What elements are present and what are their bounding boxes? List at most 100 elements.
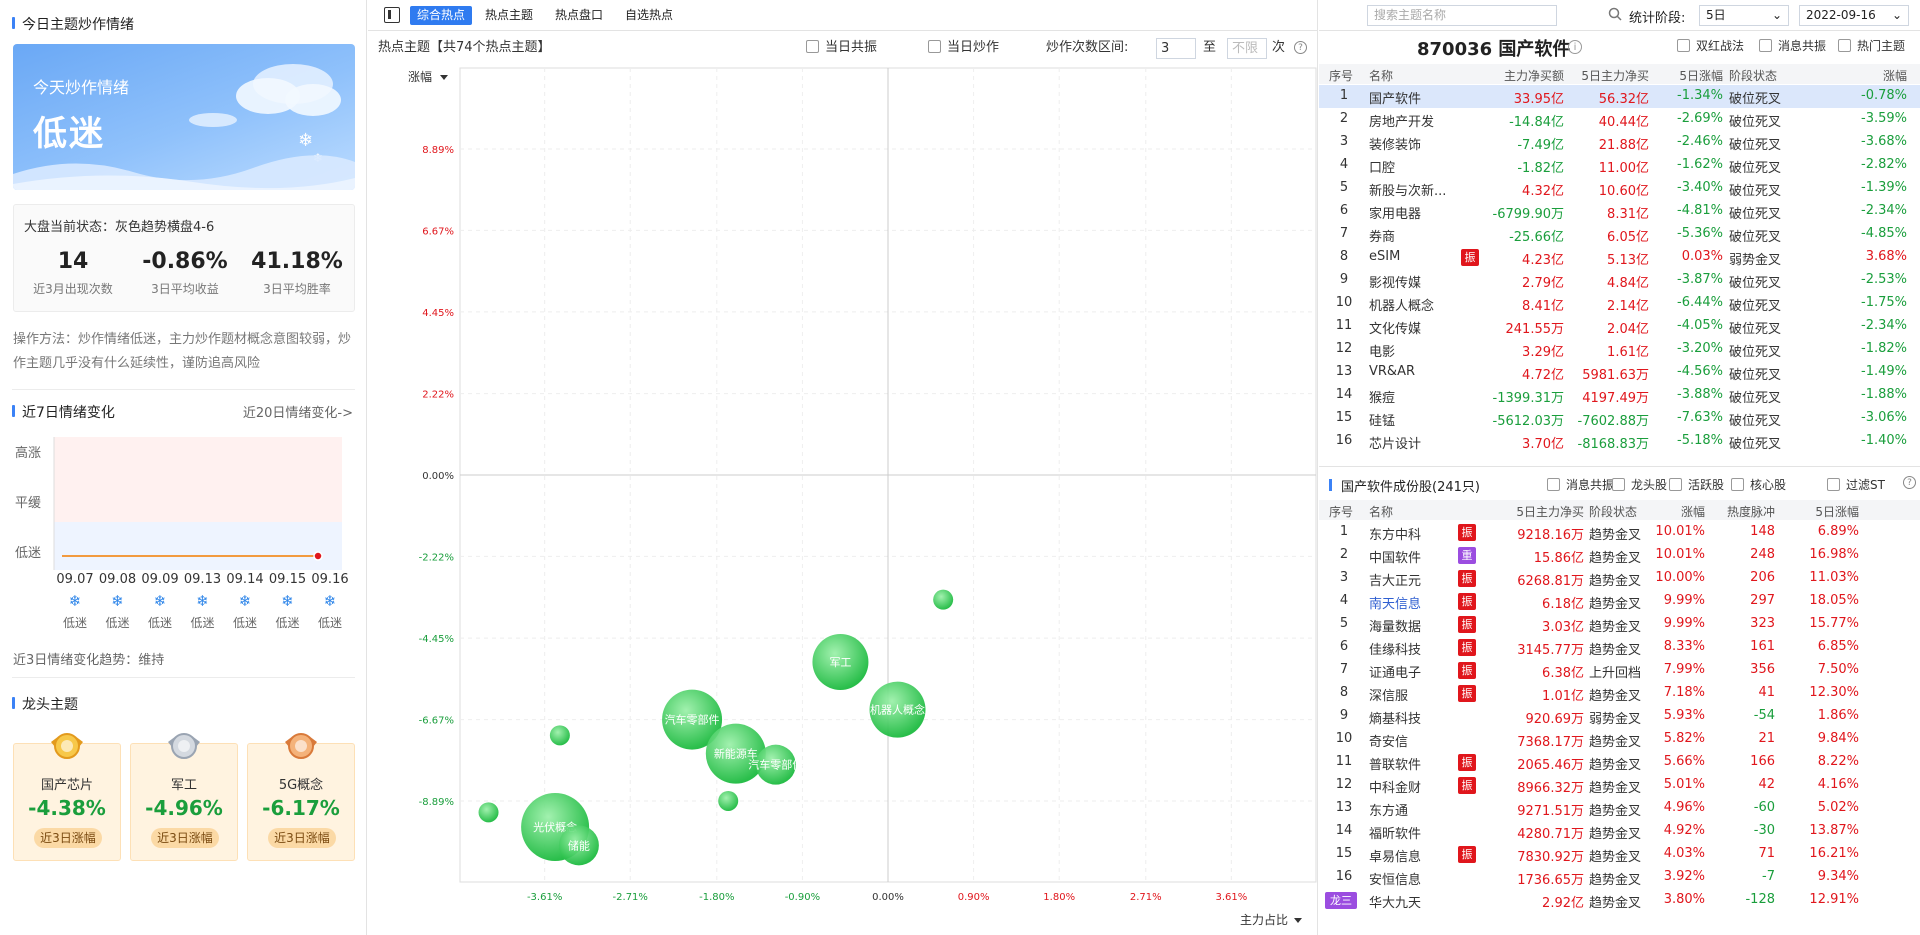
component-option[interactable]: 消息共振 bbox=[1547, 476, 1614, 493]
checkbox[interactable] bbox=[1731, 478, 1744, 491]
snowflake-icon: ❄ bbox=[111, 592, 124, 610]
stock-row[interactable]: 4 南天信息振 6.18亿 趋势金叉 9.99% 297 18.05% bbox=[1319, 590, 1920, 613]
theme-row[interactable]: 4 口腔 -1.82亿 11.00亿 -1.62% 破位死叉 -2.82% bbox=[1319, 154, 1920, 177]
column-header[interactable]: 5日主力净买 bbox=[1569, 67, 1649, 84]
bubble-label: 军工 bbox=[829, 656, 851, 669]
component-option[interactable]: 活跃股 bbox=[1669, 476, 1724, 493]
column-header[interactable]: 阶段状态 bbox=[1729, 67, 1809, 84]
theme-row[interactable]: 7 券商 -25.66亿 6.05亿 -5.36% 破位死叉 -4.85% bbox=[1319, 223, 1920, 246]
stock-row[interactable]: 14 福昕软件 4280.71万 趋势金叉 4.92% -30 13.87% bbox=[1319, 820, 1920, 843]
theme-row[interactable]: 16 芯片设计 3.70亿 -8168.83万 -5.18% 破位死叉 -1.40% bbox=[1319, 430, 1920, 453]
column-header[interactable]: 涨幅 bbox=[1649, 503, 1705, 520]
stock-row[interactable]: 9 熵基科技 920.69万 弱势金叉 5.93% -54 1.86% bbox=[1319, 705, 1920, 728]
component-option[interactable]: 龙头股 bbox=[1612, 476, 1667, 493]
theme-row[interactable]: 9 影视传媒 2.79亿 4.84亿 -3.87% 破位死叉 -2.53% bbox=[1319, 269, 1920, 292]
theme-row[interactable]: 10 机器人概念 8.41亿 2.14亿 -6.44% 破位死叉 -1.75% bbox=[1319, 292, 1920, 315]
range-from-input[interactable]: 3 bbox=[1156, 38, 1196, 59]
dragon-card[interactable]: 军工 -4.96% 近3日涨幅 bbox=[130, 733, 238, 861]
search-icon[interactable] bbox=[1608, 7, 1622, 21]
range-to-input[interactable]: 不限 bbox=[1227, 38, 1267, 59]
theme-bubble[interactable] bbox=[549, 725, 570, 746]
stock-row[interactable]: 龙三 华大九天 2.92亿 趋势金叉 3.80% -128 12.91% bbox=[1319, 889, 1920, 912]
column-header[interactable]: 涨幅 bbox=[1817, 67, 1907, 84]
checkbox[interactable] bbox=[806, 40, 819, 53]
help-icon[interactable]: ? bbox=[1294, 41, 1307, 54]
theme-row[interactable]: 11 文化传媒 241.55万 2.04亿 -4.05% 破位死叉 -2.34% bbox=[1319, 315, 1920, 338]
theme-search-input[interactable]: 搜索主题名称 bbox=[1367, 5, 1557, 26]
date-select[interactable]: 2022-09-16 ⌄ bbox=[1799, 5, 1909, 26]
stock-row[interactable]: 1 东方中科振 9218.16万 趋势金叉 10.01% 148 6.89% bbox=[1319, 521, 1920, 544]
column-header[interactable]: 序号 bbox=[1329, 503, 1359, 520]
component-option[interactable]: 过滤ST bbox=[1827, 476, 1885, 493]
column-header[interactable]: 5日主力净买 bbox=[1484, 503, 1584, 520]
component-option[interactable]: 核心股 bbox=[1731, 476, 1786, 493]
theme-bubble[interactable] bbox=[718, 790, 739, 811]
checkbox[interactable] bbox=[1547, 478, 1560, 491]
column-header[interactable]: 5日涨幅 bbox=[1649, 67, 1723, 84]
info-icon[interactable]: i bbox=[1568, 40, 1582, 54]
cb-hype[interactable]: 当日炒作 bbox=[928, 38, 999, 58]
cb-resonance[interactable]: 当日共振 bbox=[806, 38, 877, 58]
column-header[interactable]: 主力净买额 bbox=[1484, 67, 1564, 84]
snowflake-icon: ❄ bbox=[68, 592, 82, 610]
theme-option[interactable]: 双红战法 bbox=[1677, 37, 1744, 54]
stock-row[interactable]: 7 证通电子振 6.38亿 上升回档 7.99% 356 7.50% bbox=[1319, 659, 1920, 682]
theme-bubble[interactable] bbox=[933, 589, 954, 610]
badge-resonance: 振 bbox=[1458, 846, 1476, 863]
stat-win-rate: 41.18% 3日平均胜率 bbox=[251, 249, 343, 296]
panel-toggle-icon[interactable] bbox=[384, 7, 400, 23]
tab-comprehensive[interactable]: 综合热点 bbox=[410, 6, 473, 25]
theme-row[interactable]: 2 房地产开发 -14.84亿 40.44亿 -2.69% 破位死叉 -3.59% bbox=[1319, 108, 1920, 131]
column-header[interactable]: 序号 bbox=[1329, 67, 1359, 84]
stock-row[interactable]: 2 中国软件重 15.86亿 趋势金叉 10.01% 248 16.98% bbox=[1319, 544, 1920, 567]
theme-row[interactable]: 13 VR&AR 4.72亿 5981.63万 -4.56% 破位死叉 -1.49% bbox=[1319, 361, 1920, 384]
stock-row[interactable]: 12 中科金财振 8966.32万 趋势金叉 5.01% 42 4.16% bbox=[1319, 774, 1920, 797]
mood20-link[interactable]: 近20日情绪变化-> bbox=[243, 402, 353, 421]
y-axis-label[interactable]: 涨幅 bbox=[408, 69, 432, 84]
tab-hot-theme[interactable]: 热点主题 bbox=[478, 6, 540, 25]
checkbox[interactable] bbox=[1759, 39, 1772, 52]
stock-row[interactable]: 8 深信服振 1.01亿 趋势金叉 7.18% 41 12.30% bbox=[1319, 682, 1920, 705]
stock-row[interactable]: 10 奇安信 7368.17万 趋势金叉 5.82% 21 9.84% bbox=[1319, 728, 1920, 751]
stock-row[interactable]: 13 东方通 9271.51万 趋势金叉 4.96% -60 5.02% bbox=[1319, 797, 1920, 820]
theme-row[interactable]: 1 国产软件 33.95亿 56.32亿 -1.34% 破位死叉 -0.78% bbox=[1319, 85, 1920, 108]
theme-option[interactable]: 消息共振 bbox=[1759, 37, 1826, 54]
checkbox[interactable] bbox=[928, 40, 941, 53]
x-tick-label: 1.80% bbox=[1043, 892, 1075, 903]
stock-row[interactable]: 3 吉大正元振 6268.81万 趋势金叉 10.00% 206 11.03% bbox=[1319, 567, 1920, 590]
stock-row[interactable]: 11 普联软件振 2065.46万 趋势金叉 5.66% 166 8.22% bbox=[1319, 751, 1920, 774]
stock-row[interactable]: 5 海量数据振 3.03亿 趋势金叉 9.99% 323 15.77% bbox=[1319, 613, 1920, 636]
theme-row[interactable]: 8 eSIM 振 4.23亿 5.13亿 0.03% 弱势金叉 3.68% bbox=[1319, 246, 1920, 269]
theme-row[interactable]: 14 猴痘 -1399.31万 4197.49万 -3.88% 破位死叉 -1.88% bbox=[1319, 384, 1920, 407]
theme-table-header: 序号 名称 主力净买额 5日主力净买 5日涨幅 阶段状态 涨幅 bbox=[1319, 64, 1920, 84]
column-header[interactable]: 热度脉冲 bbox=[1709, 503, 1775, 520]
theme-option[interactable]: 热门主题 bbox=[1838, 37, 1905, 54]
checkbox[interactable] bbox=[1827, 478, 1840, 491]
column-header[interactable]: 5日涨幅 bbox=[1779, 503, 1859, 520]
column-header[interactable]: 阶段状态 bbox=[1589, 503, 1649, 520]
snowflake-icon: ❄ bbox=[196, 592, 209, 610]
checkbox[interactable] bbox=[1677, 39, 1690, 52]
theme-row[interactable]: 12 电影 3.29亿 1.61亿 -3.20% 破位死叉 -1.82% bbox=[1319, 338, 1920, 361]
checkbox[interactable] bbox=[1838, 39, 1851, 52]
stock-row[interactable]: 15 卓易信息振 7830.92万 趋势金叉 4.03% 71 16.21% bbox=[1319, 843, 1920, 866]
dragon-card[interactable]: 国产芯片 -4.38% 近3日涨幅 bbox=[13, 733, 121, 861]
checkbox[interactable] bbox=[1612, 478, 1625, 491]
help-icon[interactable]: ? bbox=[1903, 476, 1916, 489]
theme-row[interactable]: 6 家用电器 -6799.90万 8.31亿 -4.81% 破位死叉 -2.34% bbox=[1319, 200, 1920, 223]
theme-bubble[interactable] bbox=[478, 802, 499, 823]
checkbox[interactable] bbox=[1669, 478, 1682, 491]
column-header[interactable]: 名称 bbox=[1369, 67, 1469, 84]
stock-row[interactable]: 16 安恒信息 1736.65万 趋势金叉 3.92% -7 9.34% bbox=[1319, 866, 1920, 889]
dragon-card[interactable]: 5G概念 -6.17% 近3日涨幅 bbox=[247, 733, 355, 861]
stat-period-select[interactable]: 5日 ⌄ bbox=[1699, 5, 1789, 26]
theme-row[interactable]: 5 新股与次新... 4.32亿 10.60亿 -3.40% 破位死叉 -1.39% bbox=[1319, 177, 1920, 200]
tab-custom-hot[interactable]: 自选热点 bbox=[618, 6, 680, 25]
stock-row[interactable]: 6 佳缘科技振 3145.77万 趋势金叉 8.33% 161 6.85% bbox=[1319, 636, 1920, 659]
tab-hot-board[interactable]: 热点盘口 bbox=[548, 6, 610, 25]
theme-row[interactable]: 3 装修装饰 -7.49亿 21.88亿 -2.46% 破位死叉 -3.68% bbox=[1319, 131, 1920, 154]
column-header[interactable]: 名称 bbox=[1369, 503, 1469, 520]
theme-row[interactable]: 15 硅锰 -5612.03万 -7602.88万 -7.63% 破位死叉 -3.06% bbox=[1319, 407, 1920, 430]
x-axis-label[interactable]: 主力占比 bbox=[1240, 912, 1288, 927]
range-to-label: 至 bbox=[1203, 40, 1217, 55]
